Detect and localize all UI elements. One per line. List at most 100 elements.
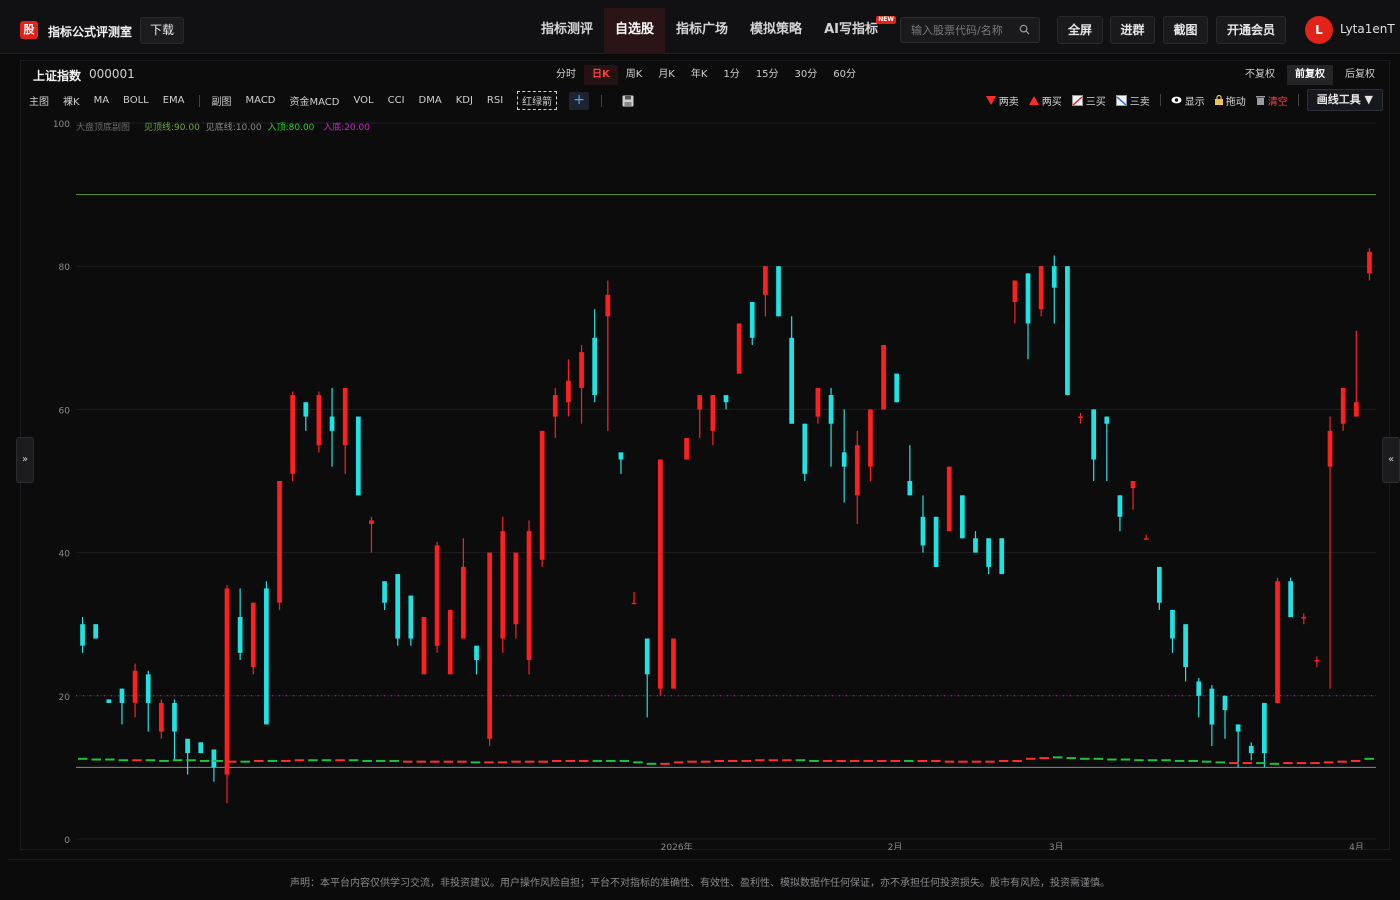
fullscreen-button[interactable]: 全屏 [1057,16,1103,44]
candle-body [986,538,991,567]
period-tab[interactable]: 15分 [748,65,787,85]
candle-body [106,699,112,703]
period-tab[interactable]: 年K [683,65,716,85]
adjust-tab[interactable]: 前复权 [1287,65,1333,85]
main-indicator-item[interactable]: 裸K [63,93,80,108]
sub-indicator-item[interactable]: KDJ [456,95,473,106]
join-group-button[interactable]: 进群 [1110,16,1155,44]
candle-body [854,445,860,496]
candle-body [1314,660,1320,662]
candle-body [447,609,453,675]
sell-two-tool[interactable]: 两卖 [985,93,1019,108]
show-toggle[interactable]: 显示 [1171,93,1205,108]
candle-body [946,466,952,532]
sub-indicator-item[interactable]: RSI [487,95,503,106]
candle-body [290,395,296,474]
new-badge: NEW [876,16,896,24]
sub-indicator-item[interactable]: DMA [419,95,442,106]
screenshot-button[interactable]: 截图 [1163,16,1208,44]
nav-ai-indicator-label: AI写指标 [824,22,878,37]
candle-body [1091,409,1097,460]
candle-body [382,581,387,603]
sell-two-label: 两卖 [998,96,1019,108]
main-nav: 指标测评 自选股 指标广场 模拟策略 AI写指标 NEW [530,8,900,54]
down-triangle-icon [985,95,996,105]
selected-indicator[interactable]: 红绿箭 [517,91,558,110]
drag-toggle[interactable]: 拖动 [1214,93,1246,108]
candle-body [303,402,309,417]
avatar[interactable]: L [1305,16,1333,44]
app-logo: 股 [20,21,38,39]
save-icon[interactable] [622,95,634,107]
candle-body [802,423,808,474]
period-tab[interactable]: 30分 [787,65,826,85]
period-tab[interactable]: 1分 [715,65,747,85]
expand-left-handle[interactable]: » [16,437,34,483]
candle-body [158,702,164,732]
candle-body [881,344,886,410]
candle-body [907,481,913,496]
sub-indicator-item[interactable]: CCI [388,95,405,106]
candle-body [408,595,414,639]
period-tab[interactable]: 周K [618,65,651,85]
search-icon[interactable] [1019,24,1030,35]
period-tab[interactable]: 月K [650,65,683,85]
period-tab[interactable]: 日K [584,65,618,85]
sub-indicator-item[interactable]: 资金MACD [290,93,340,108]
candle-body [1301,617,1307,619]
candle-body [960,495,965,539]
vip-button[interactable]: 开通会员 [1216,16,1286,44]
nav-indicator-square[interactable]: 指标广场 [665,8,739,54]
disclaimer-text: 声明：本平台内容仅供学习交流，非投资建议。用户操作风险自担；平台不对指标的准确性… [290,878,1110,889]
candle-body [973,538,978,553]
expand-right-handle[interactable]: « [1382,437,1400,483]
download-button[interactable]: 下载 [140,17,184,44]
main-indicator-item[interactable]: MA [94,95,109,106]
candle-body [1012,280,1018,302]
draw-tools-dropdown[interactable]: 画线工具 ▼ [1306,89,1383,111]
line-up-icon [1071,94,1083,106]
candle-body [592,337,598,396]
candle-body [1353,402,1359,417]
nav-sim-strategy[interactable]: 模拟策略 [739,8,813,54]
candle-body [697,395,703,410]
candle-body [237,617,243,653]
sub-indicator-item[interactable]: VOL [354,95,374,106]
candle-body [776,266,781,317]
indicator-chart[interactable]: 0 20 40 60 80 100 大盘顶底副图 见顶线:90.00 见底线:10.00 入顶:8… [21,115,1389,850]
sell-three-tool[interactable]: 三卖 [1115,93,1150,108]
buy-two-tool[interactable]: 两买 [1028,93,1062,108]
candle-body [631,602,637,605]
main-indicator-item[interactable]: BOLL [123,95,149,106]
candle-body [1130,481,1136,489]
nav-indicator-review[interactable]: 指标测评 [530,8,604,54]
x-tick-label: 2026年 [661,841,693,850]
candle-body [1262,702,1267,754]
candle-body [828,395,834,424]
candle-body [618,452,624,460]
adjust-tab[interactable]: 不复权 [1237,65,1283,85]
main-indicator-item[interactable]: EMA [163,95,185,106]
clear-button[interactable]: 清空 [1255,93,1288,108]
adjust-tab[interactable]: 后复权 [1337,65,1383,85]
nav-ai-indicator[interactable]: AI写指标 NEW [813,8,900,54]
stock-code: 000001 [89,67,135,81]
candle-body [329,416,335,431]
legend-item: 入底:20.00 [323,121,370,133]
candle-body [1275,581,1280,703]
stock-name: 上证指数 [33,69,82,83]
adjust-tabs: 不复权 前复权 后复权 [1233,65,1383,85]
add-indicator-button[interactable]: + [569,91,590,110]
nav-watchlist[interactable]: 自选股 [604,8,666,54]
sub-indicator-item[interactable]: MACD [246,95,276,106]
candle-body [1209,688,1215,725]
main-indicator-item: 主图 [29,97,49,108]
search-input[interactable] [901,18,1011,42]
period-tab[interactable]: 分时 [548,65,584,85]
eye-icon [1171,96,1182,104]
period-tab[interactable]: 60分 [825,65,864,85]
username[interactable]: Lyta1enT [1340,22,1395,36]
buy-three-tool[interactable]: 三买 [1071,93,1106,108]
candle-body [1156,566,1162,603]
candle-body [1078,416,1083,419]
